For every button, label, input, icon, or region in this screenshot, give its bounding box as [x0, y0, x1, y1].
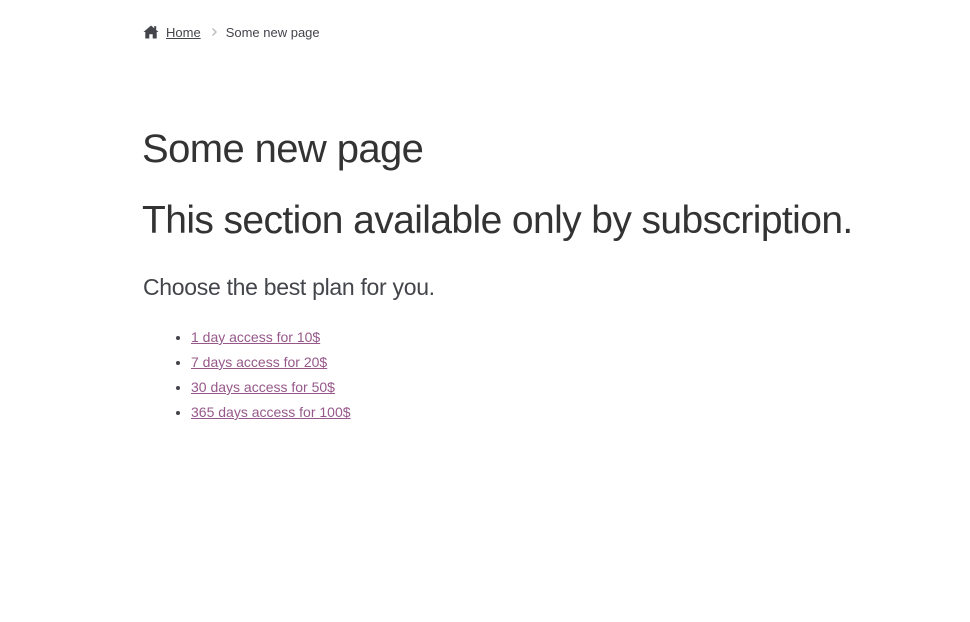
plan-list: 1 day access for 10$ 7 days access for 2…: [143, 325, 351, 425]
plan-list-item: 30 days access for 50$: [191, 375, 351, 400]
page-title: Some new page: [142, 127, 424, 171]
plan-list-item: 1 day access for 10$: [191, 325, 351, 350]
plan-link-365-days[interactable]: 365 days access for 100$: [191, 404, 351, 420]
plan-list-item: 365 days access for 100$: [191, 400, 351, 425]
plan-link-30-days[interactable]: 30 days access for 50$: [191, 379, 335, 395]
breadcrumb-current: Some new page: [225, 24, 320, 40]
plan-link-7-days[interactable]: 7 days access for 20$: [191, 354, 327, 370]
chevron-right-icon: [207, 25, 221, 39]
home-icon: [143, 25, 159, 39]
plan-list-item: 7 days access for 20$: [191, 350, 351, 375]
choose-plan-text: Choose the best plan for you.: [143, 274, 435, 300]
plan-link-1-day[interactable]: 1 day access for 10$: [191, 329, 320, 345]
breadcrumb: Home Some new page: [143, 22, 320, 42]
breadcrumb-home-link[interactable]: Home: [166, 25, 201, 40]
subscription-heading: This section available only by subscript…: [142, 199, 853, 242]
